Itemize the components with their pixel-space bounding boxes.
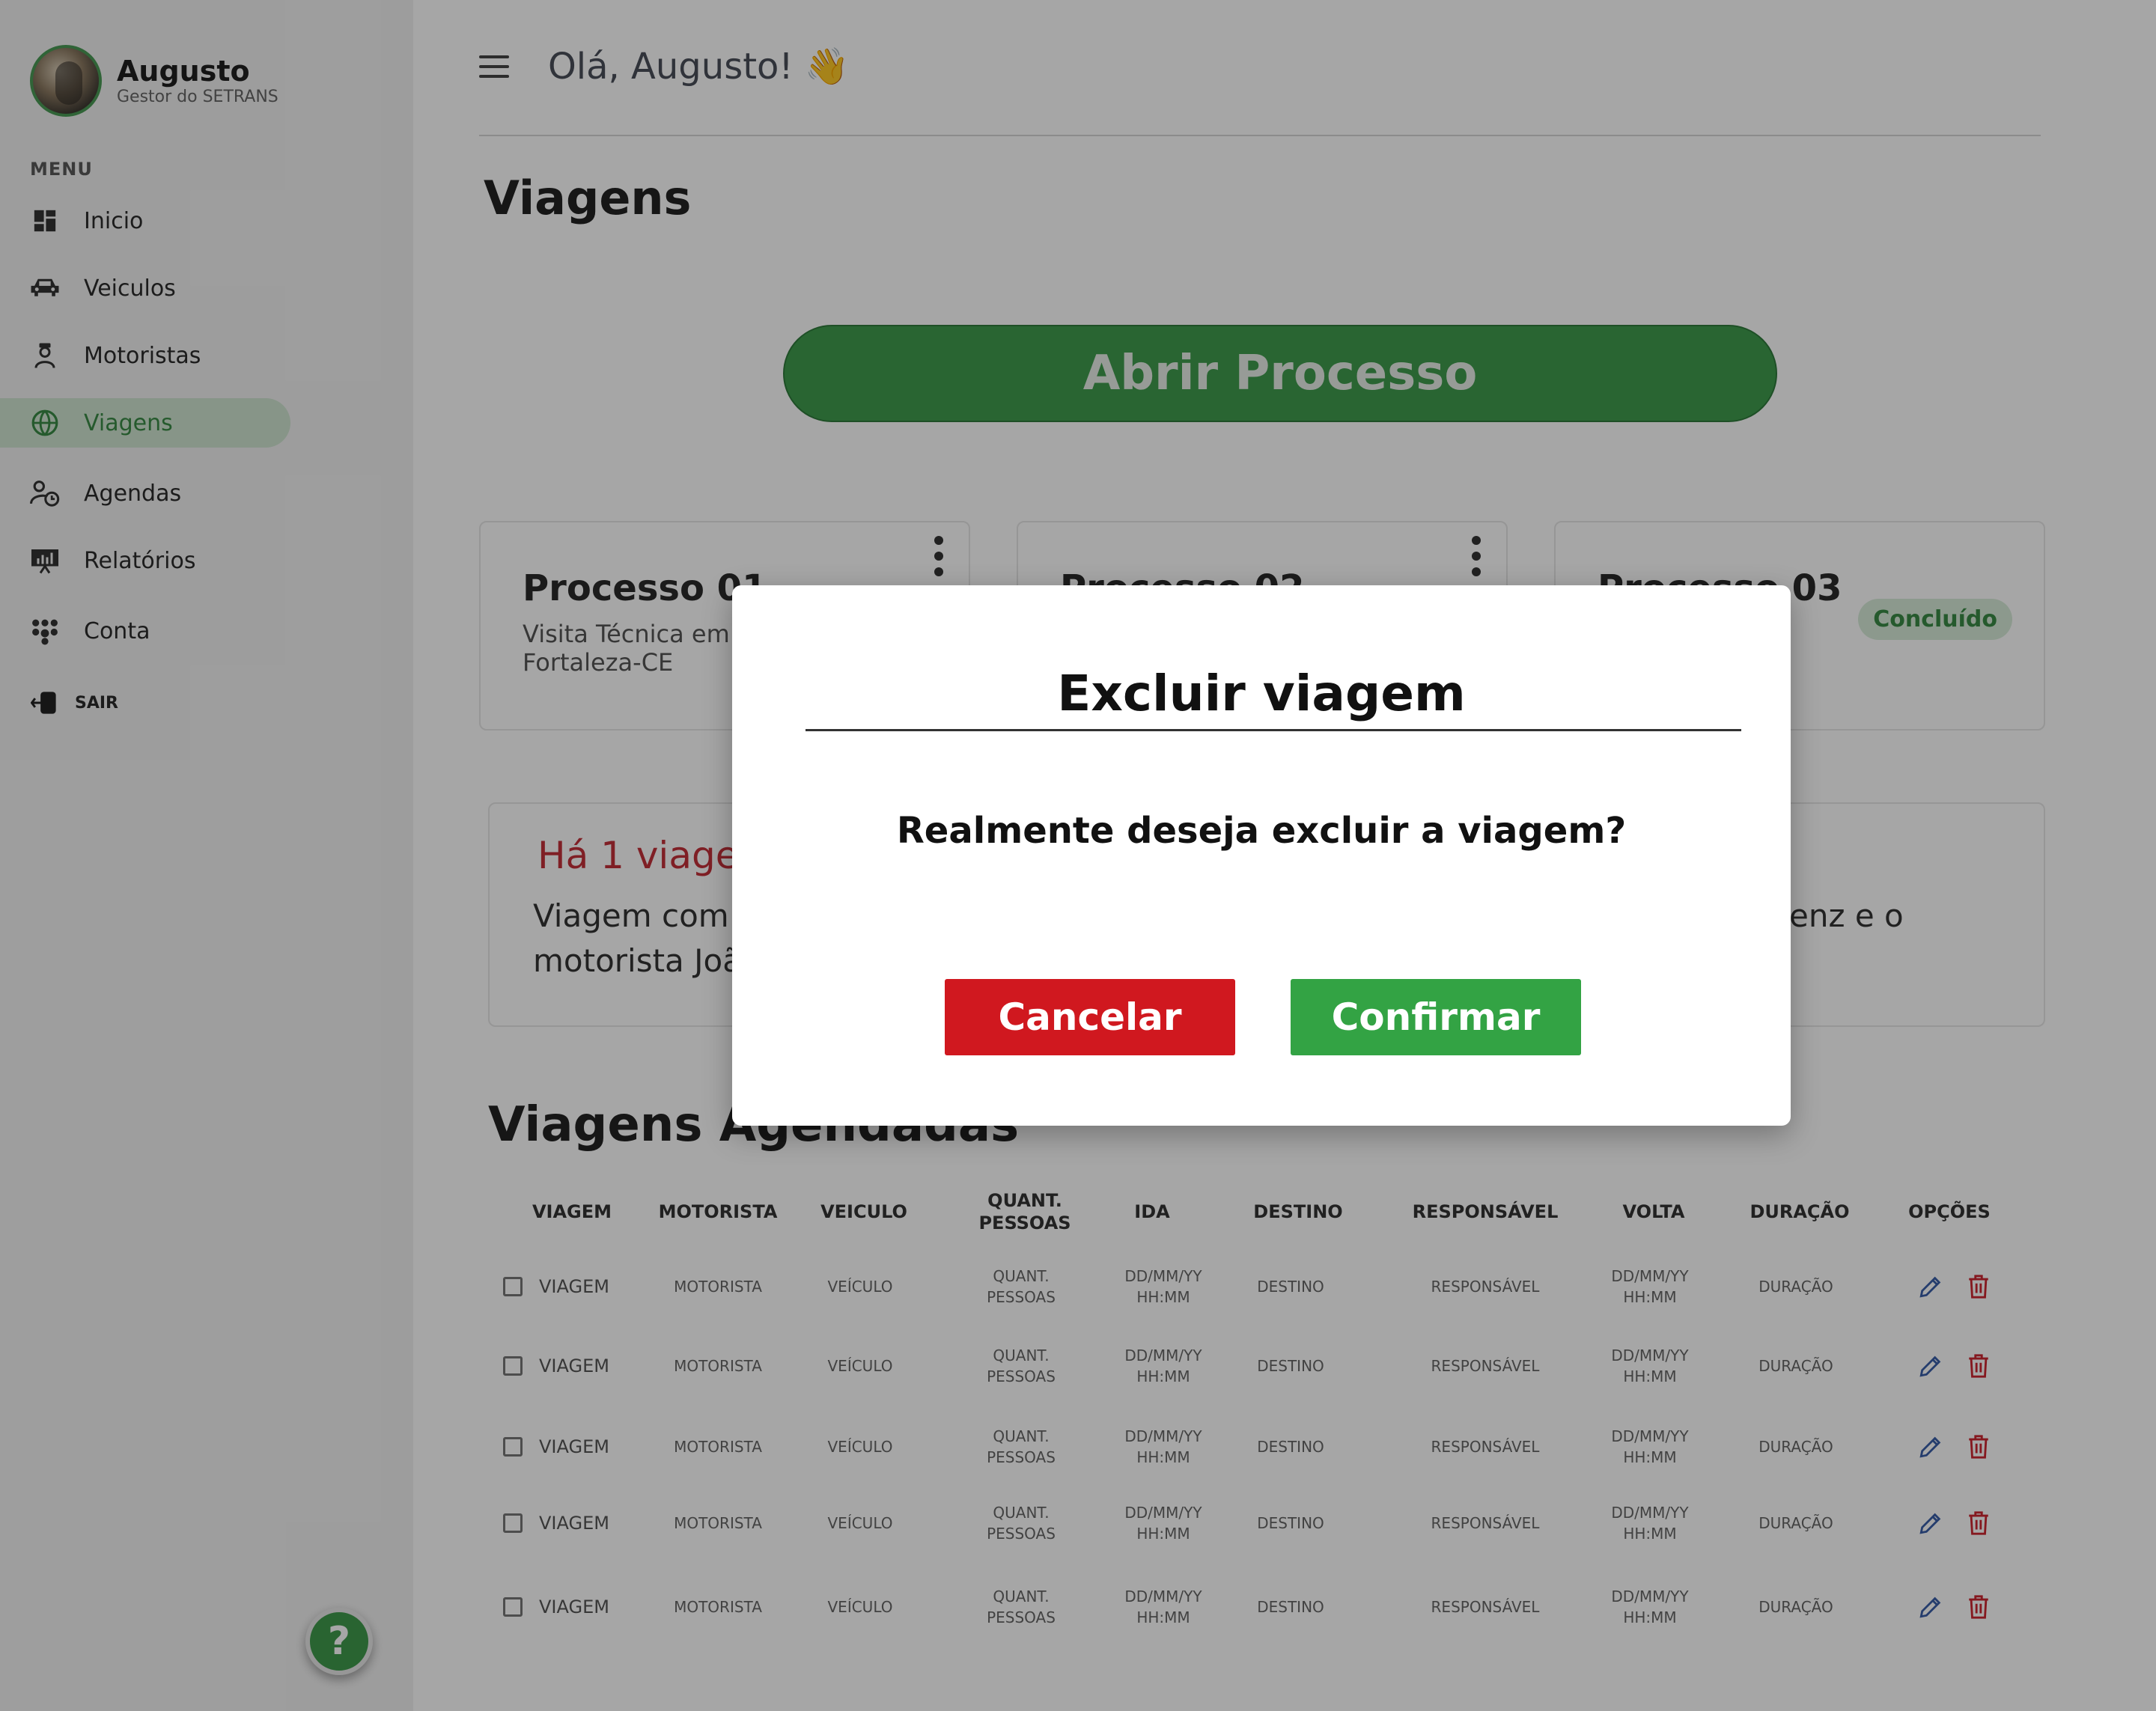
dialog-divider	[806, 729, 1741, 731]
dialog-message: Realmente deseja excluir a viagem?	[896, 810, 1627, 852]
dialog-title: Excluir viagem	[1057, 665, 1466, 722]
cancel-button[interactable]: Cancelar	[945, 979, 1235, 1055]
delete-trip-dialog: Excluir viagem Realmente deseja excluir …	[732, 585, 1791, 1126]
confirm-button[interactable]: Confirmar	[1291, 979, 1581, 1055]
